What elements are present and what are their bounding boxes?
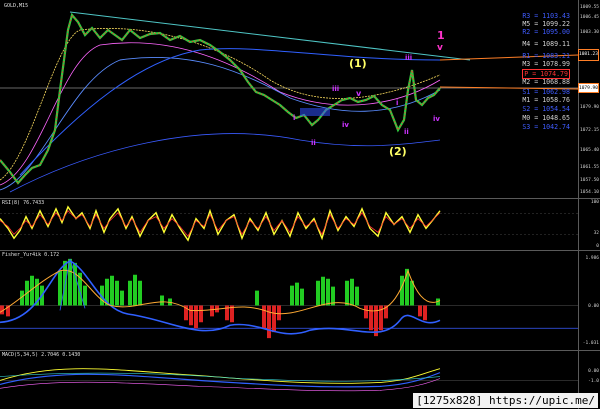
pivot-level-s1: S1 = 1062.98 [522, 88, 570, 96]
price-chart-pane[interactable]: R3 = 1103.43 M5 = 1099.22 R2 = 1095.00 M… [0, 0, 600, 198]
fisher-positive-bars [20, 258, 440, 306]
price-tick: 1072.15 [580, 128, 599, 133]
fisher-tick: -1.031 [582, 341, 599, 346]
pivot-level-m3: M3 = 1078.99 [522, 60, 570, 68]
fisher-tick: 0.00 [588, 304, 599, 309]
wave-label-ii-left: ii [311, 139, 316, 147]
macd-tick: -1.0 [588, 379, 599, 384]
trendline [69, 11, 471, 61]
upper-price-box: 1081.23 [578, 49, 599, 61]
pivot-level-m2: M2 = 1068.88 [522, 78, 570, 86]
price-tick: 1061.55 [580, 165, 599, 170]
pivot-level-m1: M1 = 1058.76 [522, 96, 570, 104]
pivot-level-r1: R1 = 1083.21 [522, 52, 570, 60]
moving-average-blue-long [19, 48, 441, 176]
watermark: [1275x828] https://upic.me/ [413, 393, 598, 408]
current-price-box: 1079.90 [578, 83, 599, 93]
fisher-plot[interactable] [0, 251, 578, 350]
wave-label-iii-top: iii [405, 54, 413, 62]
zone-rectangle [300, 108, 330, 116]
wave-label-i-right: i [396, 99, 399, 107]
moving-average-blue [0, 57, 441, 191]
pivot-level-s2: S2 = 1054.54 [522, 105, 570, 113]
wave-label-paren-1: (1) [349, 57, 367, 70]
macd-yellow-line [0, 368, 441, 384]
fisher-label: Fisher_Yur4ik 0.172 [2, 252, 60, 258]
wave-label-iv-mid: iv [342, 121, 349, 129]
price-tick: 1079.90 [580, 105, 599, 110]
price-tick: 1003.30 [580, 30, 599, 35]
wave-label-big-v: v [437, 43, 443, 53]
rsi-tick: 32 [593, 231, 599, 236]
rsi-line [0, 205, 441, 242]
macd-cyan-line [0, 372, 441, 382]
fisher-axis[interactable]: 1.986 0.00 -1.031 [578, 251, 600, 350]
rsi-tick: 0 [596, 244, 599, 249]
pivot-level-r3: R3 = 1103.43 [522, 12, 570, 20]
wave-label-big-1: 1 [437, 29, 445, 42]
price-tick: 1057.50 [580, 178, 599, 183]
macd-label: MACD(5,34,5) 2.7046 0.1430 [2, 352, 81, 358]
wave-label-paren-2: (2) [389, 145, 407, 158]
price-tick: 1065.40 [580, 148, 599, 153]
price-tick: 1054.10 [580, 190, 599, 195]
rsi-pane[interactable]: RSI(8) 76.7433 100 32 0 [0, 198, 600, 250]
macd-blue-line [0, 372, 441, 388]
fisher-negative-bars [0, 305, 427, 339]
price-tick: 1006.45 [580, 15, 599, 20]
candlestick-series [0, 12, 441, 185]
wave-label-i-left: i [293, 114, 296, 122]
fisher-tick: 1.986 [585, 256, 599, 261]
rsi-axis[interactable]: 100 32 0 [578, 199, 600, 250]
symbol-label: GOLD,M15 [4, 3, 29, 9]
pivot-level-m4: M4 = 1089.11 [522, 40, 570, 48]
pivot-level-r2: R2 = 1095.00 [522, 28, 570, 36]
price-axis[interactable]: 1009.55 1006.45 1003.30 1079.90 1072.15 … [578, 0, 600, 198]
price-tick: 1009.55 [580, 5, 599, 10]
moving-average-blue-lower [9, 133, 441, 193]
wave-label-v-mid: v [356, 89, 362, 98]
fisher-pane[interactable]: Fisher_Yur4ik 0.172 1.986 0.00 -1.031 [0, 250, 600, 350]
rsi-plot[interactable] [0, 199, 578, 250]
pivot-level-m5: M5 = 1099.22 [522, 20, 570, 28]
rsi-label: RSI(8) 76.7433 [2, 200, 45, 206]
price-chart-plot[interactable] [0, 0, 578, 198]
macd-tick: 0.00 [588, 369, 599, 374]
wave-label-ii-right: ii [404, 128, 409, 136]
pivot-level-s3: S3 = 1042.74 [522, 123, 570, 131]
wave-label-iv-right: iv [433, 115, 440, 123]
pivot-level-m0: M0 = 1048.65 [522, 114, 570, 122]
rsi-tick: 100 [590, 200, 599, 205]
wave-label-iii-left: iii [332, 85, 340, 93]
